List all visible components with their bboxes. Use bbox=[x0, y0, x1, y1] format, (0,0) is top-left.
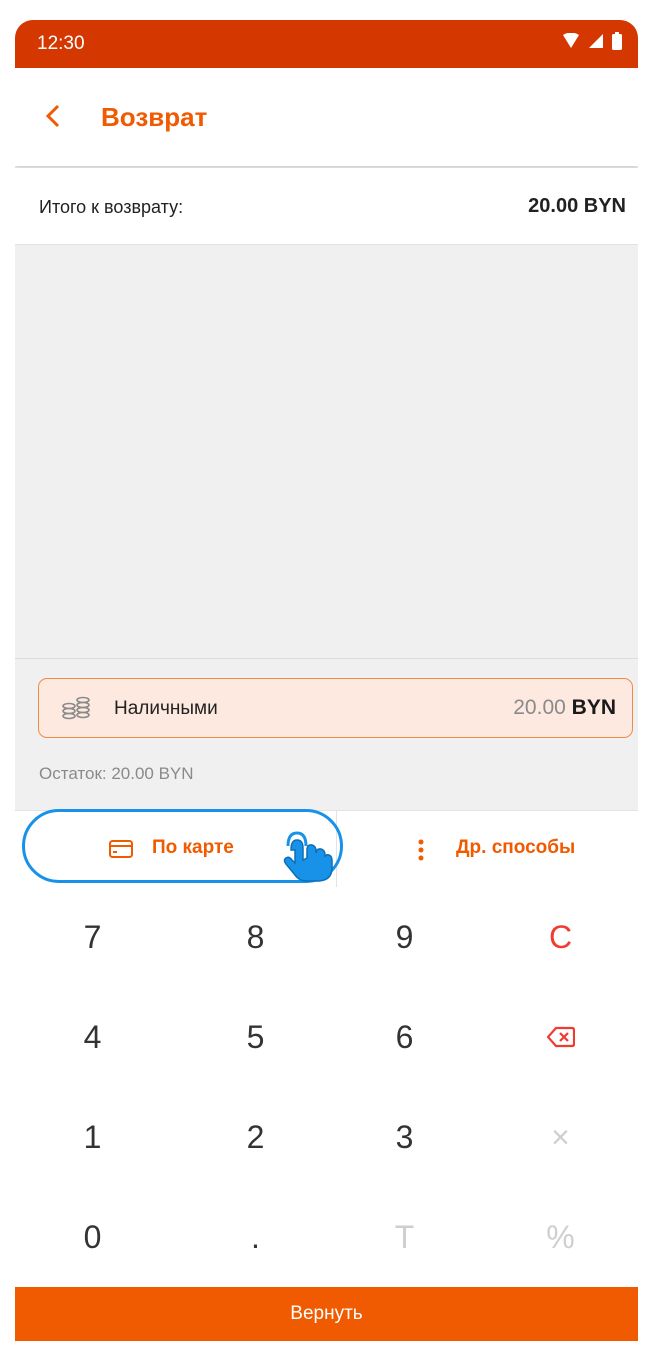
key-3[interactable]: 3 bbox=[327, 1087, 482, 1187]
payment-method-label: Наличными bbox=[114, 698, 218, 719]
key-backspace[interactable] bbox=[483, 987, 638, 1087]
status-bar: 12:30 bbox=[15, 20, 638, 68]
backspace-icon bbox=[546, 1026, 575, 1048]
status-time: 12:30 bbox=[37, 33, 85, 54]
key-2[interactable]: 2 bbox=[178, 1087, 333, 1187]
remainder-text: Остаток: 20.00 BYN bbox=[39, 764, 194, 783]
wifi-icon bbox=[563, 33, 579, 48]
payment-amount-value: 20.00 bbox=[513, 696, 566, 719]
payment-currency: BYN bbox=[571, 696, 616, 719]
total-row: Итого к возврату: 20.00 BYN bbox=[15, 168, 638, 245]
other-methods-label: Др. способы bbox=[456, 837, 576, 858]
phone-screen: 12:30 Возврат Итого к возврату: 20.00 BY… bbox=[15, 20, 638, 1341]
key-8[interactable]: 8 bbox=[178, 887, 333, 987]
key-percent[interactable]: % bbox=[483, 1187, 638, 1287]
key-7[interactable]: 7 bbox=[15, 887, 170, 987]
payment-cash-row[interactable]: Наличными 20.00 BYN bbox=[38, 678, 633, 738]
key-1[interactable]: 1 bbox=[15, 1087, 170, 1187]
key-multiply[interactable]: × bbox=[483, 1087, 638, 1187]
other-methods-button[interactable]: Др. способы bbox=[337, 811, 638, 887]
more-vertical-icon bbox=[418, 839, 424, 861]
numeric-keypad: 7 8 9 C 4 5 6 1 2 3 × 0 . T % bbox=[15, 887, 638, 1287]
status-icons bbox=[562, 32, 622, 50]
signal-icon bbox=[589, 34, 603, 48]
key-clear[interactable]: C bbox=[483, 887, 638, 987]
items-area bbox=[15, 245, 638, 659]
battery-icon bbox=[612, 32, 622, 50]
total-label: Итого к возврату: bbox=[39, 197, 184, 217]
key-t[interactable]: T bbox=[327, 1187, 482, 1287]
key-4[interactable]: 4 bbox=[15, 987, 170, 1087]
key-decimal[interactable]: . bbox=[178, 1187, 333, 1287]
tap-hand-icon bbox=[283, 831, 333, 882]
coins-icon bbox=[62, 696, 90, 720]
key-5[interactable]: 5 bbox=[178, 987, 333, 1087]
key-9[interactable]: 9 bbox=[327, 887, 482, 987]
payment-amount: 20.00 BYN bbox=[513, 696, 616, 720]
app-bar: Возврат bbox=[15, 68, 638, 166]
total-value: 20.00 BYN bbox=[528, 195, 626, 217]
page-title: Возврат bbox=[101, 102, 208, 132]
key-6[interactable]: 6 bbox=[327, 987, 482, 1087]
back-arrow-icon[interactable] bbox=[43, 104, 63, 128]
key-0[interactable]: 0 bbox=[15, 1187, 170, 1287]
refund-submit-button[interactable]: Вернуть bbox=[15, 1287, 638, 1341]
